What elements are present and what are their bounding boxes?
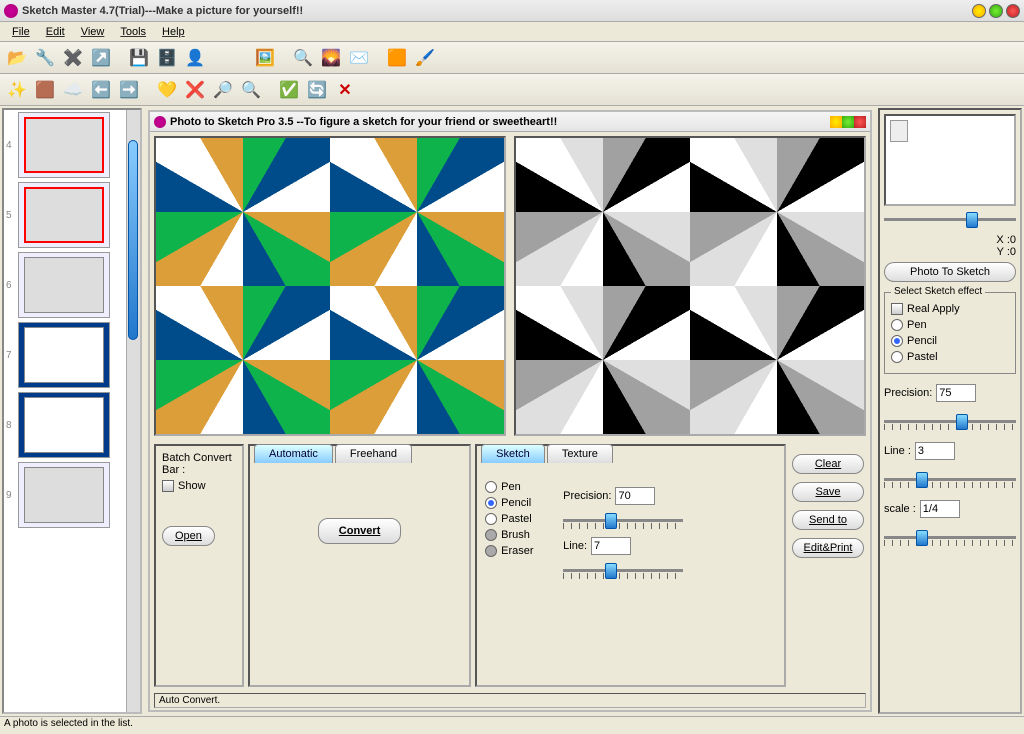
save-button[interactable]: Save	[792, 482, 864, 502]
tool-tab-panel: Sketch Texture Pen Pencil Pastel Brush E…	[475, 444, 786, 687]
line-input[interactable]	[591, 537, 631, 555]
brushes-icon[interactable]: 🖌️	[412, 45, 438, 71]
main-titlebar: Sketch Master 4.7(Trial)---Make a pictur…	[0, 0, 1024, 22]
brush-radio[interactable]	[485, 529, 497, 541]
open-folder-icon[interactable]: 📂	[4, 45, 30, 71]
mail-icon[interactable]: ✉️	[346, 45, 372, 71]
clear-button[interactable]: Clear	[792, 454, 864, 474]
right-line-input[interactable]	[915, 442, 955, 460]
menu-view[interactable]: View	[73, 24, 113, 40]
line-slider[interactable]	[563, 561, 683, 581]
subwin-icon	[154, 116, 166, 128]
cloud-icon[interactable]: ☁️	[60, 77, 86, 103]
show-checkbox[interactable]	[162, 480, 174, 492]
right-scale-input[interactable]	[920, 500, 960, 518]
delete-icon[interactable]: ✖️	[60, 45, 86, 71]
pastel-radio[interactable]	[485, 513, 497, 525]
edit-print-button[interactable]: Edit&Print	[792, 538, 864, 558]
tab-texture[interactable]: Texture	[547, 444, 613, 463]
sketch-effect-group: Select Sketch effect Real Apply Pen Penc…	[884, 292, 1016, 374]
pen-radio[interactable]	[485, 481, 497, 493]
maximize-button[interactable]	[989, 4, 1003, 18]
prev-icon[interactable]: ⬅️	[88, 77, 114, 103]
thumbnail-sidebar: 456789	[2, 108, 142, 714]
wand-icon[interactable]: ✨	[4, 77, 30, 103]
menu-edit[interactable]: Edit	[38, 24, 73, 40]
open-button[interactable]: Open	[162, 526, 215, 546]
sub-statusbar: Auto Convert.	[154, 693, 866, 708]
apply-icon[interactable]: ✅	[276, 77, 302, 103]
zoom-in-icon[interactable]: 🔍	[290, 45, 316, 71]
x-slider[interactable]	[884, 210, 1016, 230]
photo-to-sketch-button[interactable]: Photo To Sketch	[884, 262, 1016, 282]
save-all-icon[interactable]: 🗄️	[154, 45, 180, 71]
subwin-close[interactable]	[854, 116, 866, 128]
menubar: File Edit View Tools Help	[0, 22, 1024, 42]
zoom-minus-icon[interactable]: 🔍	[238, 77, 264, 103]
thumbnail-4[interactable]	[18, 112, 110, 178]
thumbnail-7[interactable]	[18, 322, 110, 388]
next-icon[interactable]: ➡️	[116, 77, 142, 103]
toolbar-2: ✨ 🟫 ☁️ ⬅️ ➡️ 💛 ❌ 🔎 🔍 ✅ 🔄 ✕	[0, 74, 1024, 106]
subwin-minimize[interactable]	[830, 116, 842, 128]
sidebar-scrollbar[interactable]	[126, 110, 140, 712]
user-icon[interactable]: 👤	[182, 45, 208, 71]
menu-help[interactable]: Help	[154, 24, 193, 40]
menu-tools[interactable]: Tools	[112, 24, 154, 40]
subwin-maximize[interactable]	[842, 116, 854, 128]
real-apply-checkbox[interactable]	[891, 303, 903, 315]
toolbar-1: 📂 🔧 ✖️ ↗️ 💾 🗄️ 👤 🖼️ 🔍 🌄 ✉️ 🟧 🖌️	[0, 42, 1024, 74]
send-to-button[interactable]: Send to	[792, 510, 864, 530]
effect-pen-radio[interactable]	[891, 319, 903, 331]
precision-input[interactable]	[615, 487, 655, 505]
eraser-radio[interactable]	[485, 545, 497, 557]
right-precision-input[interactable]	[936, 384, 976, 402]
mini-preview	[884, 114, 1016, 206]
right-precision-slider[interactable]	[884, 412, 1016, 432]
right-panel: X :0Y :0 Photo To Sketch Select Sketch e…	[878, 108, 1022, 714]
app-title: Sketch Master 4.7(Trial)---Make a pictur…	[22, 5, 969, 17]
sketch-subwindow: Photo to Sketch Pro 3.5 --To figure a sk…	[148, 110, 872, 712]
app-icon	[4, 4, 18, 18]
tab-automatic[interactable]: Automatic	[254, 444, 333, 463]
convert-button[interactable]: Convert	[318, 518, 402, 544]
photo-icon[interactable]: 🌄	[318, 45, 344, 71]
convert-tab-panel: Automatic Freehand Convert	[248, 444, 471, 687]
thumbnail-6[interactable]	[18, 252, 110, 318]
image-icon[interactable]: 🖼️	[252, 45, 278, 71]
statusbar: A photo is selected in the list.	[0, 716, 1024, 734]
right-scale-slider[interactable]	[884, 528, 1016, 548]
palette-icon[interactable]: 🟧	[384, 45, 410, 71]
export-icon[interactable]: ↗️	[88, 45, 114, 71]
action-buttons: Clear Save Send to Edit&Print	[790, 444, 866, 687]
remove-icon[interactable]: ❌	[182, 77, 208, 103]
close-button[interactable]	[1006, 4, 1020, 18]
zoom-plus-icon[interactable]: 🔎	[210, 77, 236, 103]
right-line-slider[interactable]	[884, 470, 1016, 490]
cancel-icon[interactable]: ✕	[332, 77, 358, 103]
pencil-radio[interactable]	[485, 497, 497, 509]
tool-icon[interactable]: 🔧	[32, 45, 58, 71]
batch-convert-box: Batch Convert Bar : Show Open	[154, 444, 244, 687]
heart-icon[interactable]: 💛	[154, 77, 180, 103]
precision-slider[interactable]	[563, 511, 683, 531]
thumbnail-5[interactable]	[18, 182, 110, 248]
batch-label: Batch Convert Bar :	[162, 452, 236, 476]
tab-sketch[interactable]: Sketch	[481, 444, 545, 463]
save-icon[interactable]: 💾	[126, 45, 152, 71]
effect-pencil-radio[interactable]	[891, 335, 903, 347]
tab-freehand[interactable]: Freehand	[335, 444, 412, 463]
refresh-icon[interactable]: 🔄	[304, 77, 330, 103]
thumbnail-8[interactable]	[18, 392, 110, 458]
frame-icon[interactable]: 🟫	[32, 77, 58, 103]
minimize-button[interactable]	[972, 4, 986, 18]
effect-pastel-radio[interactable]	[891, 351, 903, 363]
sketch-preview	[514, 136, 866, 436]
source-preview	[154, 136, 506, 436]
subwin-title: Photo to Sketch Pro 3.5 --To figure a sk…	[170, 116, 830, 128]
thumbnail-9[interactable]	[18, 462, 110, 528]
menu-file[interactable]: File	[4, 24, 38, 40]
